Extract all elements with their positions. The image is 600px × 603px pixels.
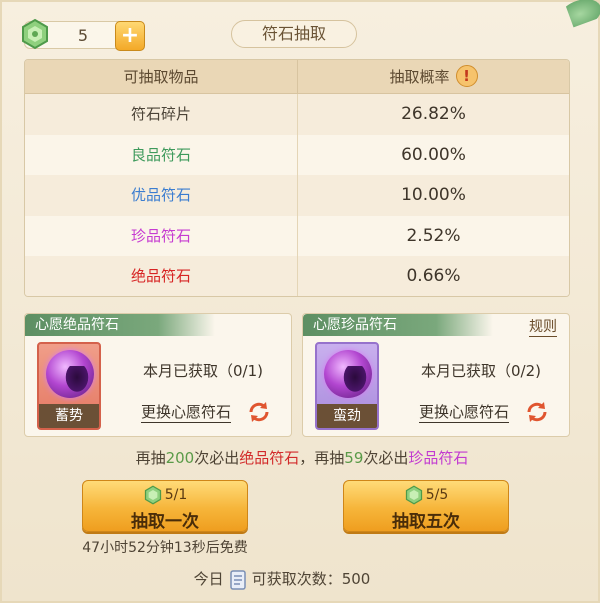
daily-count: 可获取次数：500 — [251, 570, 371, 588]
leaf-decoration-icon — [564, 0, 600, 28]
currency-count: 5 — [77, 26, 89, 45]
wish-progress: 本月已获取（0/1) — [143, 362, 263, 380]
pity-target-legendary: 绝品符石 — [239, 449, 300, 467]
rune-gem-icon — [405, 485, 422, 505]
draw-panel: 5 + 符石抽取 可抽取物品 抽取概率! 符石碎片 26.82% 良品符石 60… — [0, 0, 600, 603]
table-row: 良品符石 60.00% — [25, 134, 569, 176]
wish-progress: 本月已获取（0/2) — [421, 362, 541, 380]
pity-text: 次必出 — [363, 449, 409, 467]
draw-five-label: 抽取五次 — [392, 512, 460, 532]
pity-target-rare: 珍品符石 — [408, 449, 469, 467]
change-wish-link[interactable]: 更换心愿符石 — [419, 402, 510, 423]
pity-text: 次必出 — [194, 449, 240, 467]
info-icon[interactable]: ! — [455, 65, 478, 87]
pity-count-legendary: 200 — [165, 449, 195, 467]
rules-link[interactable]: 规则 — [529, 318, 557, 337]
pity-counter-text: 再抽200次必出绝品符石，再抽59次必出珍品符石 — [2, 447, 600, 468]
draw-cost-value: 5/1 — [164, 487, 188, 503]
portrait-name: 蓄势 — [39, 404, 99, 428]
pity-text: ，再抽 — [299, 449, 345, 467]
draw-once-label: 抽取一次 — [131, 512, 199, 532]
wish-card-rare: 心愿珍品符石 规则 蛮劲 本月已获取（0/2) 更换心愿符石 — [302, 313, 570, 437]
scroll-ticket-icon — [229, 569, 246, 590]
rune-gem-icon — [144, 485, 161, 505]
currency-counter: 5 + — [22, 18, 145, 51]
draw-cost: 5/5 — [344, 485, 508, 505]
daily-prefix: 今日 — [193, 570, 224, 588]
col-header-rate-label: 抽取概率 — [389, 68, 450, 86]
item-name: 绝品符石 — [130, 267, 191, 286]
item-rate: 2.52% — [297, 215, 569, 257]
draw-once-button[interactable]: 5/1 抽取一次 — [82, 480, 248, 532]
refresh-icon[interactable] — [525, 400, 549, 424]
wish-card-header: 心愿绝品符石 — [25, 314, 215, 336]
pity-count-rare: 59 — [344, 449, 364, 467]
wish-portrait[interactable]: 蛮劲 — [315, 342, 379, 430]
wish-portrait[interactable]: 蓄势 — [37, 342, 101, 430]
item-name: 符石碎片 — [130, 105, 191, 123]
draw-cost-value: 5/5 — [425, 487, 449, 503]
portrait-name: 蛮劲 — [317, 404, 377, 428]
table-row: 优品符石 10.00% — [25, 175, 569, 216]
table-body: 符石碎片 26.82% 良品符石 60.00% 优品符石 10.00% 珍品符石… — [25, 94, 569, 296]
wish-card-header: 心愿珍品符石 — [303, 314, 493, 336]
table-row: 绝品符石 0.66% — [25, 256, 569, 296]
free-draw-timer: 47小时52分钟13秒后免费 — [82, 540, 248, 556]
table-row: 符石碎片 26.82% — [25, 94, 569, 135]
daily-limit: 今日 可获取次数：500 — [2, 568, 562, 591]
table-row: 珍品符石 2.52% — [25, 215, 569, 257]
change-wish-link[interactable]: 更换心愿符石 — [141, 402, 232, 423]
refresh-icon[interactable] — [247, 400, 271, 424]
item-name: 优品符石 — [130, 186, 191, 205]
item-rate: 0.66% — [297, 256, 569, 296]
col-header-item: 可抽取物品 — [25, 60, 297, 93]
item-name: 良品符石 — [130, 145, 191, 164]
item-name: 珍品符石 — [130, 226, 191, 245]
rune-gem-icon — [22, 18, 48, 50]
col-header-item-label: 可抽取物品 — [123, 68, 199, 86]
add-currency-button[interactable]: + — [115, 21, 145, 51]
table-header: 可抽取物品 抽取概率! — [25, 60, 569, 94]
page-title: 符石抽取 — [231, 20, 357, 48]
wish-card-legendary: 心愿绝品符石 蓄势 本月已获取（0/1) 更换心愿符石 — [24, 313, 292, 437]
pity-text: 再抽 — [135, 449, 166, 467]
rune-orb-icon — [324, 350, 372, 398]
rune-orb-icon — [46, 350, 94, 398]
draw-five-button[interactable]: 5/5 抽取五次 — [343, 480, 509, 532]
col-header-rate: 抽取概率! — [297, 60, 569, 93]
probability-table: 可抽取物品 抽取概率! 符石碎片 26.82% 良品符石 60.00% 优品符石… — [24, 59, 570, 297]
item-rate: 26.82% — [297, 94, 569, 135]
item-rate: 60.00% — [297, 134, 569, 176]
draw-cost: 5/1 — [83, 485, 247, 505]
item-rate: 10.00% — [297, 175, 569, 216]
